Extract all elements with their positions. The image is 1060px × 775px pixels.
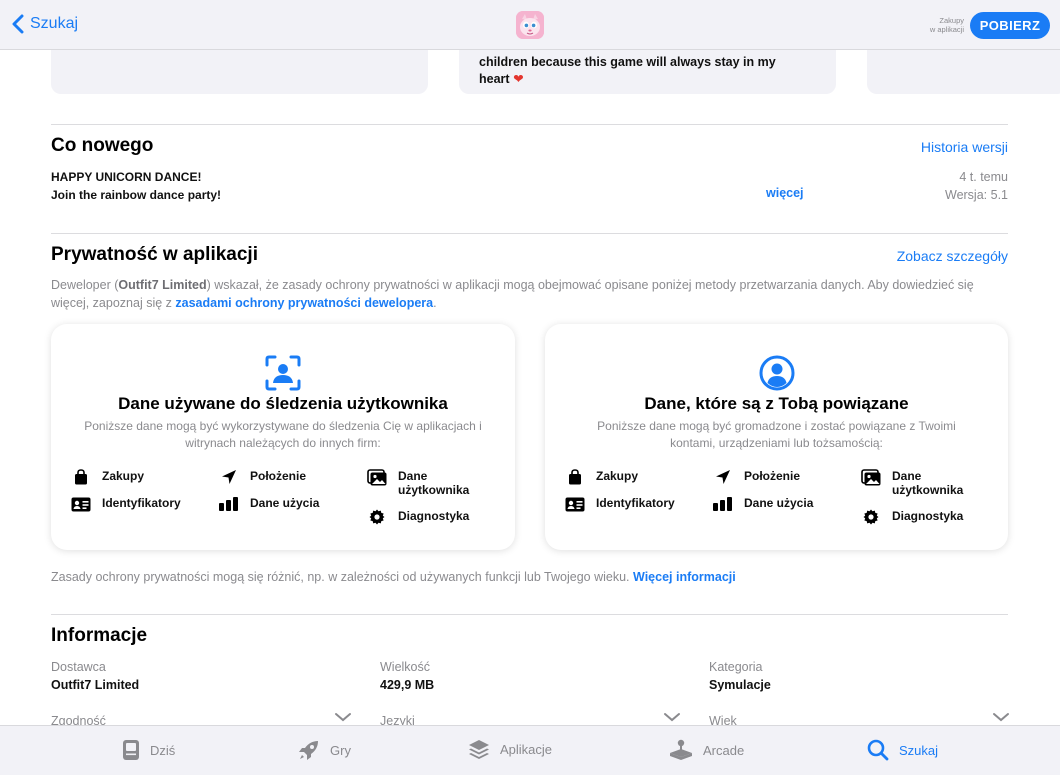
version-info: 4 t. temu Wersja: 5.1 bbox=[945, 168, 1008, 204]
today-icon bbox=[123, 740, 139, 760]
info-label-size: Wielkość bbox=[380, 660, 431, 674]
info-value-size: 429,9 MB bbox=[380, 678, 435, 692]
whats-new-title: Co nowego bbox=[51, 135, 154, 156]
heart-emoji: ❤ bbox=[513, 72, 524, 86]
location-arrow-icon bbox=[219, 469, 239, 485]
data-type-user-content: Dane użytkownika bbox=[367, 468, 478, 497]
tab-bar: Dziś Gry Aplikacje Arcade Szukaj bbox=[0, 725, 1060, 775]
privacy-title: Prywatność w aplikacji bbox=[51, 244, 258, 265]
chevron-down-icon[interactable] bbox=[334, 712, 352, 722]
tab-today[interactable]: Dziś bbox=[122, 739, 175, 761]
tab-search[interactable]: Szukaj bbox=[867, 739, 938, 761]
id-card-icon bbox=[565, 496, 585, 512]
developer-name: Outfit7 Limited bbox=[118, 278, 207, 292]
more-link[interactable]: więcej bbox=[766, 186, 804, 200]
in-app-purchases-note: Zakupy w aplikacji bbox=[929, 16, 964, 34]
card-subtitle: Poniższe dane mogą być gromadzone i zost… bbox=[597, 419, 956, 450]
data-type-diagnostics: Diagnostyka bbox=[861, 509, 963, 525]
data-type-identifiers: Identyfikatory bbox=[565, 496, 675, 512]
developer-privacy-policy-link[interactable]: zasadami ochrony prywatności dewelopera bbox=[175, 296, 433, 310]
information-title: Informacje bbox=[51, 625, 148, 646]
shopping-bag-icon bbox=[565, 469, 585, 485]
id-card-icon bbox=[71, 496, 91, 512]
divider bbox=[51, 233, 1008, 234]
info-value-provider: Outfit7 Limited bbox=[51, 678, 140, 692]
card-title: Dane używane do śledzenia użytkownika bbox=[118, 394, 448, 413]
data-type-purchases: Zakupy bbox=[71, 469, 144, 485]
privacy-card-linked[interactable]: Dane, które są z Tobą powiązane Poniższe… bbox=[545, 324, 1008, 550]
bar-chart-icon bbox=[713, 496, 733, 512]
data-type-location: Położenie bbox=[713, 469, 800, 485]
arcade-joystick-icon bbox=[670, 739, 692, 760]
layers-icon bbox=[469, 740, 489, 759]
back-label: Szukaj bbox=[30, 15, 79, 32]
data-type-diagnostics: Diagnostyka bbox=[367, 509, 469, 525]
tab-games[interactable]: Gry bbox=[298, 739, 351, 761]
gear-icon bbox=[367, 509, 387, 525]
privacy-details-link[interactable]: Zobacz szczegóły bbox=[897, 248, 1008, 264]
privacy-card-tracking[interactable]: Dane używane do śledzenia użytkownika Po… bbox=[51, 324, 515, 550]
info-label-category: Kategoria bbox=[709, 660, 763, 674]
release-time: 4 t. temu bbox=[959, 170, 1008, 184]
navigation-bar: Szukaj Zakupy w aplikacji POBIERZ bbox=[0, 0, 1060, 50]
photos-icon bbox=[861, 468, 881, 485]
get-button[interactable]: POBIERZ bbox=[970, 12, 1050, 39]
divider bbox=[51, 614, 1008, 615]
tab-arcade[interactable]: Arcade bbox=[669, 739, 744, 761]
data-type-identifiers: Identyfikatory bbox=[71, 496, 181, 512]
card-subtitle: Poniższe dane mogą być wykorzystywane do… bbox=[84, 419, 482, 450]
review-text: children because this game will always s… bbox=[479, 55, 776, 86]
more-info-link[interactable]: Więcej informacji bbox=[633, 570, 736, 584]
rocket-icon bbox=[299, 741, 318, 760]
data-type-purchases: Zakupy bbox=[565, 469, 638, 485]
data-type-location: Położenie bbox=[219, 469, 306, 485]
photos-icon bbox=[367, 468, 387, 485]
location-arrow-icon bbox=[713, 469, 733, 485]
data-type-user-content: Dane użytkownika bbox=[861, 468, 972, 497]
divider bbox=[51, 124, 1008, 125]
app-icon bbox=[516, 11, 544, 39]
back-button[interactable]: Szukaj bbox=[12, 14, 78, 34]
chevron-down-icon[interactable] bbox=[663, 712, 681, 722]
chevron-down-icon[interactable] bbox=[992, 712, 1010, 722]
privacy-description: Deweloper (Outfit7 Limited) wskazał, że … bbox=[51, 278, 974, 310]
release-notes: HAPPY UNICORN DANCE! Join the rainbow da… bbox=[51, 170, 222, 202]
data-type-usage-data: Dane użycia bbox=[219, 496, 319, 512]
gear-icon bbox=[861, 509, 881, 525]
bar-chart-icon bbox=[219, 496, 239, 512]
search-icon bbox=[867, 739, 889, 761]
tab-apps[interactable]: Aplikacje bbox=[468, 739, 552, 759]
info-label-provider: Dostawca bbox=[51, 660, 106, 674]
version-number: Wersja: 5.1 bbox=[945, 188, 1008, 202]
info-value-category: Symulacje bbox=[709, 678, 771, 692]
shopping-bag-icon bbox=[71, 469, 91, 485]
version-history-link[interactable]: Historia wersji bbox=[921, 139, 1008, 155]
card-title: Dane, które są z Tobą powiązane bbox=[644, 394, 909, 413]
privacy-note: Zasady ochrony prywatności mogą się różn… bbox=[51, 570, 736, 584]
tracking-person-icon bbox=[265, 355, 301, 391]
chevron-left-icon bbox=[12, 14, 24, 34]
data-type-usage-data: Dane użycia bbox=[713, 496, 813, 512]
person-circle-icon bbox=[759, 355, 794, 391]
